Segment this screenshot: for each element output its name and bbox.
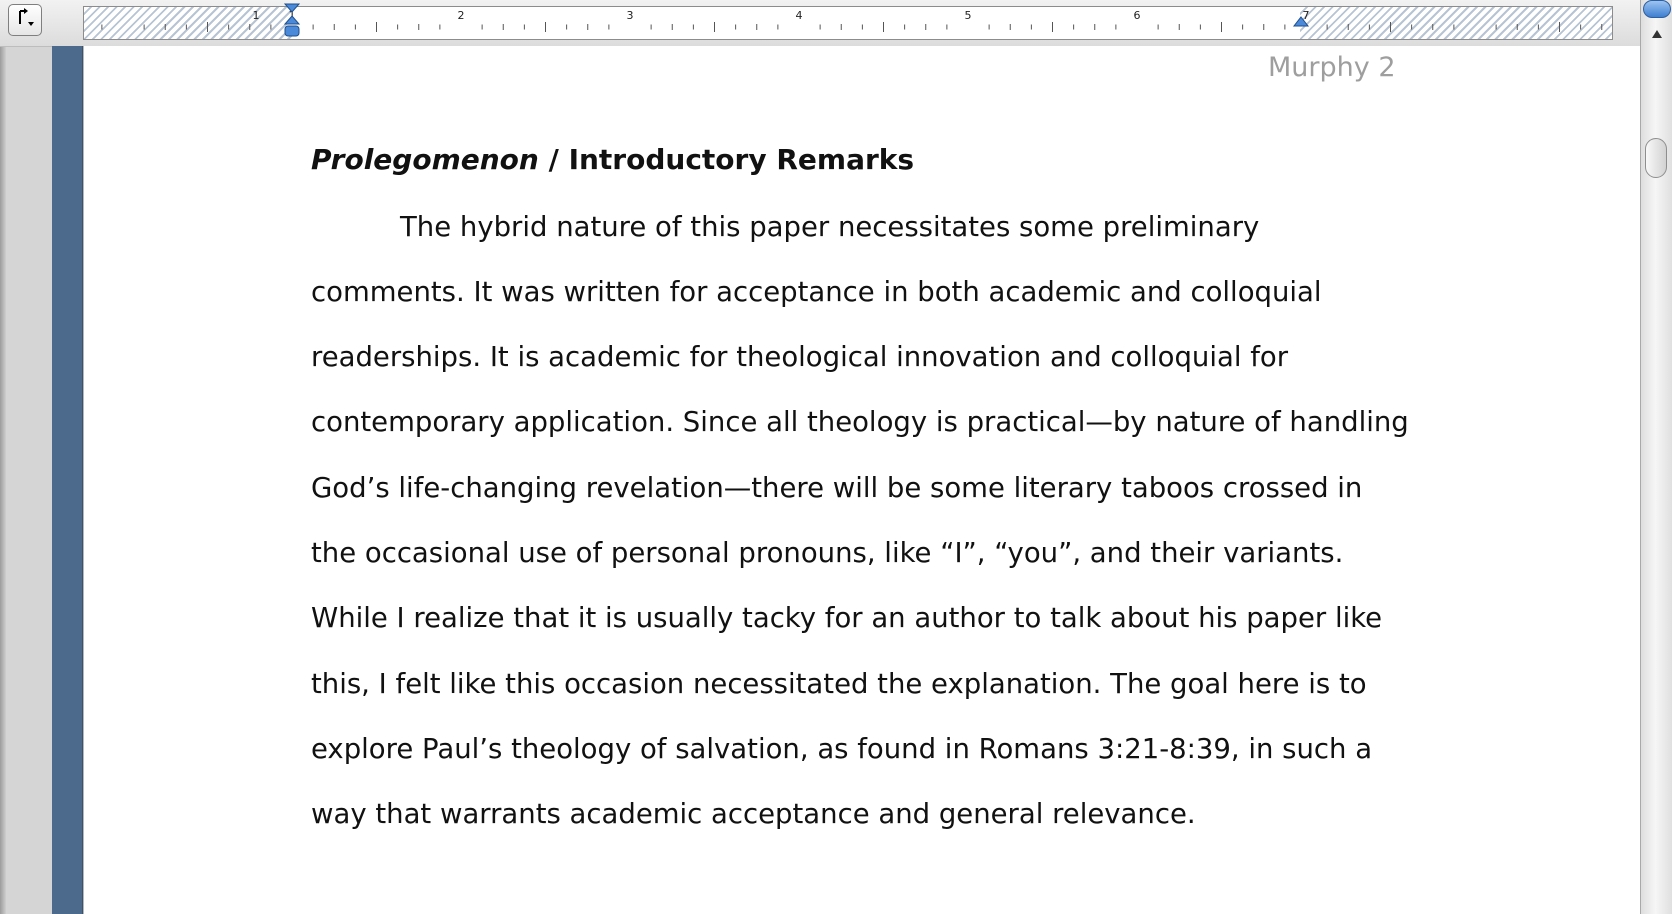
heading-rest: / Introductory Remarks bbox=[538, 143, 915, 176]
scroll-up-arrow-icon[interactable] bbox=[1649, 26, 1665, 42]
document-gutter bbox=[6, 44, 52, 914]
text-line: the occasional use of personal pronouns,… bbox=[311, 537, 1344, 569]
text-line: this, I felt like this occasion necessit… bbox=[311, 668, 1367, 700]
text-line: While I realize that it is usually tacky… bbox=[311, 602, 1383, 634]
text-line: explore Paul’s theology of salvation, as… bbox=[311, 733, 1373, 765]
text-line: comments. It was written for acceptance … bbox=[311, 276, 1322, 308]
text-line: readerships. It is academic for theologi… bbox=[311, 341, 1289, 373]
text-line: The hybrid nature of this paper necessit… bbox=[400, 211, 1260, 243]
section-heading: Prolegomenon / Introductory Remarks bbox=[311, 143, 914, 176]
ruler-label: 5 bbox=[965, 9, 972, 22]
ruler-label: 3 bbox=[627, 9, 634, 22]
ruler-toolbar: 11234567 bbox=[0, 0, 1640, 47]
ruler-label: 2 bbox=[458, 9, 465, 22]
running-header: Murphy 2 bbox=[1268, 52, 1396, 83]
left-tab-stop-icon bbox=[13, 7, 37, 33]
vertical-scrollbar[interactable] bbox=[1640, 0, 1672, 914]
first-line-indent-marker-icon[interactable] bbox=[282, 2, 302, 44]
text-line: way that warrants academic acceptance an… bbox=[311, 798, 1196, 830]
page-left-shadow-bar bbox=[52, 46, 83, 914]
ruler-label: 6 bbox=[1134, 9, 1141, 22]
text-line: contemporary application. Since all theo… bbox=[311, 406, 1409, 438]
scroll-thumb[interactable] bbox=[1645, 138, 1667, 178]
text-line: God’s life-changing revelation—there wil… bbox=[311, 472, 1363, 504]
ruler-label: 1 bbox=[253, 9, 260, 22]
ruler-ticks: 11234567 bbox=[101, 9, 1603, 32]
tab-stop-selector-button[interactable] bbox=[8, 4, 42, 36]
horizontal-ruler[interactable]: 11234567 bbox=[83, 3, 1613, 40]
split-view-button[interactable] bbox=[1643, 0, 1671, 18]
ruler-label: 4 bbox=[796, 9, 803, 22]
right-indent-marker-icon[interactable] bbox=[1292, 16, 1310, 36]
heading-italic: Prolegomenon bbox=[311, 143, 539, 176]
